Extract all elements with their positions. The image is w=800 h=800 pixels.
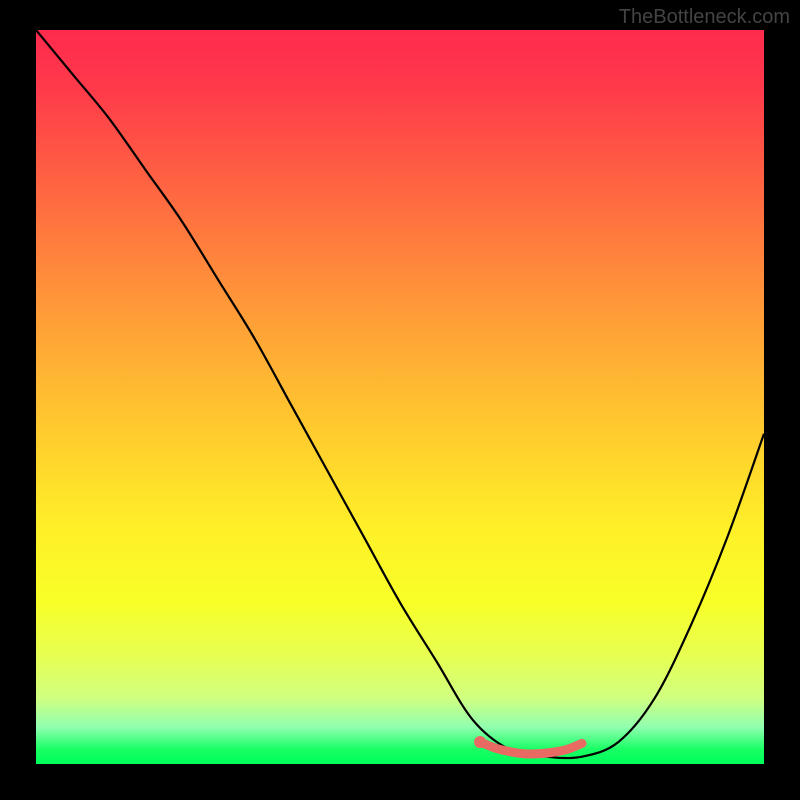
chart-container: TheBottleneck.com	[0, 0, 800, 800]
curve-path	[36, 30, 764, 758]
plot-area	[36, 30, 764, 764]
highlight-series	[474, 736, 582, 754]
chart-svg	[36, 30, 764, 764]
highlight-start-dot	[474, 736, 486, 748]
curve-series	[36, 30, 764, 758]
watermark-label: TheBottleneck.com	[619, 6, 790, 29]
highlight-path	[480, 742, 582, 754]
